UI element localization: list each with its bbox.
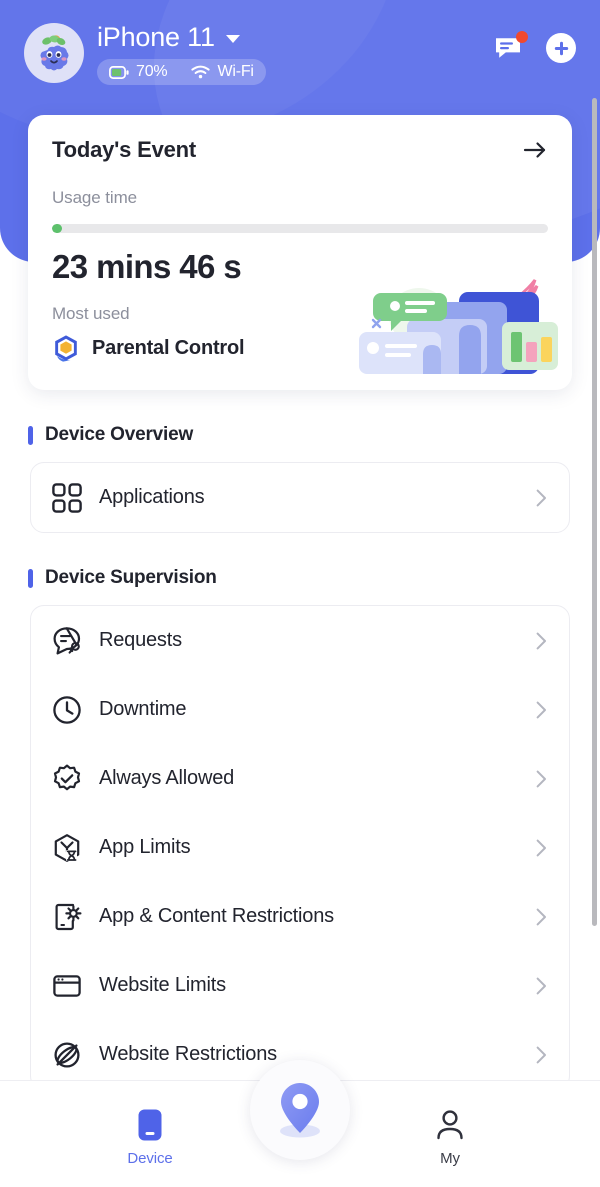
hourglass-box-icon: [51, 832, 83, 864]
caret-down-icon: [225, 34, 240, 43]
event-detail-button[interactable]: [522, 137, 548, 163]
list-item-label: Downtime: [99, 698, 187, 720]
network-type: Wi-Fi: [217, 63, 254, 80]
parental-control-app-icon: [55, 335, 77, 362]
section-accent-bar: [28, 568, 33, 588]
usage-time-value: 23 mins 46 s: [52, 248, 242, 285]
header-bar: iPhone 11 70% Wi-Fi: [24, 20, 576, 96]
usage-progress-fill: [52, 224, 62, 233]
message-badge: [516, 31, 528, 43]
list-item-label: Applications: [99, 486, 205, 508]
phone-gear-icon: [51, 901, 83, 933]
list-item-applications[interactable]: Applications: [31, 463, 569, 532]
chevron-right-icon: [536, 977, 547, 995]
battery-percent: 70%: [136, 63, 168, 80]
list-item-label: Always Allowed: [99, 767, 235, 789]
chevron-right-icon: [536, 632, 547, 650]
section-accent-bar: [28, 425, 33, 445]
list-card: Applications: [30, 462, 570, 533]
globe-slash-icon: [51, 1039, 83, 1071]
chevron-right-icon: [536, 701, 547, 719]
arrow-right-icon: [523, 142, 546, 158]
person-icon: [437, 1109, 463, 1139]
nav-label-device: Device: [127, 1149, 173, 1167]
messages-button[interactable]: [494, 31, 528, 62]
list-item-label: Requests: [99, 629, 182, 651]
battery-icon: [109, 65, 129, 79]
avatar[interactable]: [24, 23, 84, 83]
chevron-right-icon: [536, 839, 547, 857]
list-item-always-allowed[interactable]: Always Allowed: [31, 744, 569, 813]
list-item-label: Website Restrictions: [99, 1043, 277, 1065]
list-item-label: App & Content Restrictions: [99, 905, 334, 927]
plus-icon: [554, 41, 568, 55]
chevron-right-icon: [536, 770, 547, 788]
list-item-app-limits[interactable]: App Limits: [31, 813, 569, 882]
chevron-right-icon: [536, 1046, 547, 1064]
list-item-requests[interactable]: Requests: [31, 606, 569, 675]
device-status-pill: 70% Wi-Fi: [97, 59, 266, 85]
badge-check-icon: [51, 763, 83, 795]
browser-window-icon: [51, 970, 83, 1002]
most-used-app-name: Parental Control: [92, 336, 245, 359]
todays-event-card[interactable]: Today's Event Usage time 23 mins 46 s Mo…: [28, 115, 572, 390]
grid-apps-icon: [51, 482, 83, 514]
header-actions: [494, 31, 576, 63]
clock-icon: [51, 694, 83, 726]
wifi-icon: [191, 65, 211, 79]
device-phone-icon: [138, 1109, 162, 1140]
list-item-app-content-restrictions[interactable]: App & Content Restrictions: [31, 882, 569, 951]
devices-illustration: [359, 279, 558, 374]
most-used-label: Most used: [52, 304, 130, 323]
vertical-scrollbar[interactable]: [592, 98, 597, 926]
section-header: Device Overview: [28, 424, 600, 446]
location-pin-icon: [280, 1083, 320, 1138]
event-title: Today's Event: [52, 137, 197, 162]
usage-time-label: Usage time: [52, 188, 137, 207]
device-info: iPhone 11 70% Wi-Fi: [97, 20, 266, 85]
most-used-app-row: Parental Control: [52, 334, 548, 362]
grape-character-avatar: [40, 35, 69, 71]
list-item-website-limits[interactable]: Website Limits: [31, 951, 569, 1020]
add-device-button[interactable]: [546, 33, 576, 63]
location-fab-button[interactable]: [250, 1060, 350, 1160]
nav-label-my: My: [440, 1149, 460, 1167]
device-name: iPhone 11: [97, 22, 215, 52]
usage-progress-bar: [52, 224, 548, 233]
sections-container: Device Overview Applications Device Superv…: [0, 424, 600, 1090]
section-header: Device Supervision: [28, 567, 600, 589]
request-chat-icon: [51, 625, 83, 657]
list-item-label: Website Limits: [99, 974, 226, 996]
chevron-right-icon: [536, 489, 547, 507]
app-root: iPhone 11 70% Wi-Fi Today's Event Usage …: [0, 0, 600, 1187]
device-selector[interactable]: iPhone 11: [97, 20, 240, 54]
list-item-label: App Limits: [99, 836, 191, 858]
list-item-downtime[interactable]: Downtime: [31, 675, 569, 744]
section-title: Device Supervision: [45, 567, 217, 588]
event-card-header: Today's Event: [52, 137, 548, 163]
chevron-right-icon: [536, 908, 547, 926]
scroll-content: Today's Event Usage time 23 mins 46 s Mo…: [0, 0, 600, 1110]
list-card: Requests Downtime Always Allowed App Limits…: [30, 605, 570, 1090]
section-title: Device Overview: [45, 424, 194, 445]
